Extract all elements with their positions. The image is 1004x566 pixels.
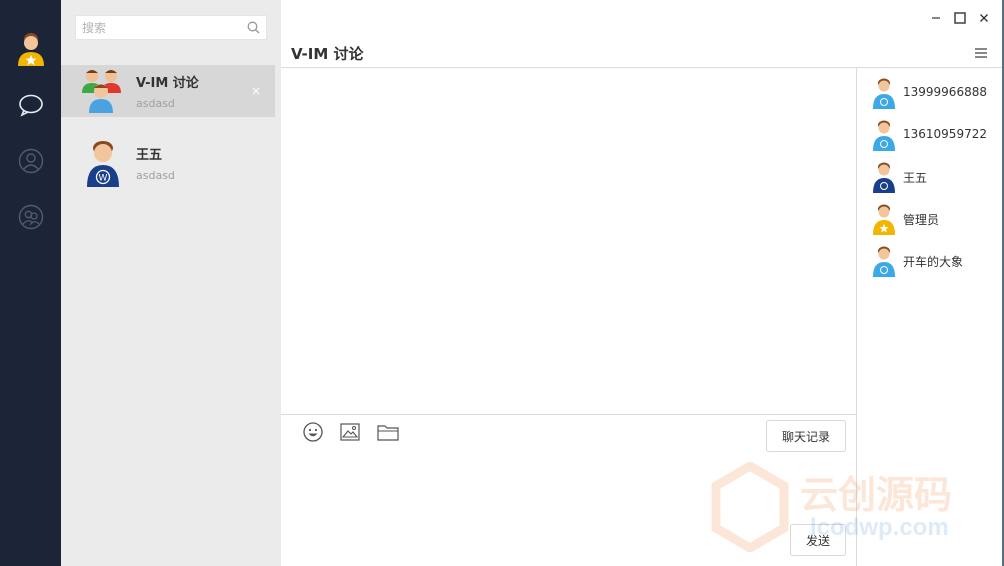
blue-avatar bbox=[873, 120, 895, 151]
blue-avatar bbox=[873, 246, 895, 277]
menu-icon[interactable] bbox=[974, 46, 988, 60]
nav-contacts-button[interactable] bbox=[17, 147, 45, 175]
message-area[interactable] bbox=[281, 68, 856, 414]
send-button[interactable]: 发送 bbox=[790, 524, 846, 556]
conversation-item-v-im[interactable]: V-IM 讨论 asdasd × bbox=[61, 65, 275, 117]
close-button[interactable] bbox=[974, 8, 994, 28]
file-button[interactable] bbox=[376, 421, 400, 443]
folder-icon bbox=[377, 425, 399, 441]
conversation-name: 王五 bbox=[136, 148, 163, 163]
group-avatar bbox=[82, 70, 121, 113]
member-item[interactable]: 管理员 bbox=[857, 199, 1002, 239]
maximize-button[interactable] bbox=[950, 8, 970, 28]
nav-sidebar bbox=[0, 0, 61, 566]
person-icon bbox=[18, 148, 44, 174]
close-icon bbox=[980, 14, 988, 22]
svg-text:W: W bbox=[99, 174, 108, 184]
nav-groups-button[interactable] bbox=[17, 203, 45, 231]
blue-avatar bbox=[873, 78, 895, 109]
member-item[interactable]: 13999966888 bbox=[857, 73, 1002, 113]
member-item[interactable]: 王五 bbox=[857, 157, 1002, 197]
chat-panel: V-IM 讨论 聊天记录 发送 13999966888 13610959722 … bbox=[281, 0, 1002, 566]
wordpress-avatar bbox=[873, 162, 895, 193]
search-box bbox=[75, 15, 267, 40]
emoji-button[interactable] bbox=[301, 421, 325, 443]
member-name: 王五 bbox=[903, 171, 928, 185]
conversation-last-message: asdasd bbox=[136, 169, 175, 182]
member-name: 13610959722 bbox=[903, 127, 987, 141]
minimize-icon bbox=[932, 17, 940, 19]
member-name: 管理员 bbox=[903, 213, 940, 227]
star-avatar bbox=[873, 204, 895, 235]
chat-bubble-icon bbox=[19, 94, 43, 117]
nav-chat-button[interactable] bbox=[17, 91, 45, 119]
conversation-name: V-IM 讨论 bbox=[136, 76, 199, 91]
maximize-icon bbox=[954, 12, 966, 24]
member-name: 开车的大象 bbox=[903, 255, 964, 269]
member-item[interactable]: 13610959722 bbox=[857, 115, 1002, 155]
member-name: 13999966888 bbox=[903, 85, 987, 99]
message-input[interactable] bbox=[291, 456, 781, 552]
image-button[interactable] bbox=[338, 421, 362, 443]
member-item[interactable]: 开车的大象 bbox=[857, 241, 1002, 281]
group-icon bbox=[18, 204, 44, 230]
conversation-item-wangwu[interactable]: W 王五 asdasd bbox=[61, 137, 275, 189]
wordpress-avatar: W bbox=[87, 141, 119, 187]
chat-title: V-IM 讨论 bbox=[291, 45, 364, 63]
minimize-button[interactable] bbox=[926, 8, 946, 28]
user-avatar[interactable] bbox=[14, 30, 48, 66]
search-input[interactable] bbox=[82, 19, 242, 37]
member-list: 13999966888 13610959722 王五 管理员 开车的大象 bbox=[856, 68, 1002, 566]
search-icon[interactable] bbox=[247, 21, 260, 34]
conversation-list: V-IM 讨论 asdasd × W 王五 asdasd bbox=[61, 0, 281, 566]
im-window: V-IM 讨论 asdasd × W 王五 asdasd V-IM 讨论 bbox=[0, 0, 1002, 566]
image-icon bbox=[340, 423, 360, 441]
conversation-last-message: asdasd bbox=[136, 97, 175, 110]
input-divider bbox=[281, 414, 856, 415]
chat-history-button[interactable]: 聊天记录 bbox=[766, 420, 846, 452]
emoji-icon bbox=[303, 422, 323, 442]
close-conversation-icon[interactable]: × bbox=[251, 84, 261, 98]
